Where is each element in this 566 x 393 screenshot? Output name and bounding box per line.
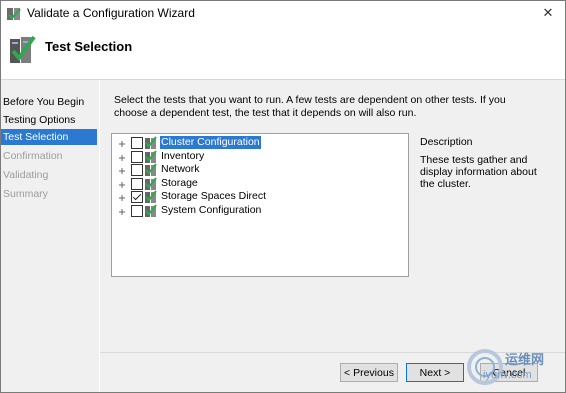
test-category-icon xyxy=(145,177,157,190)
tree-item-inventory[interactable]: Inventory xyxy=(118,150,318,164)
tree-checkbox[interactable] xyxy=(131,205,143,217)
nav-item-before-you-begin[interactable]: Before You Begin xyxy=(1,94,97,110)
nav-item-test-selection[interactable]: Test Selection xyxy=(1,129,97,145)
title-bar: Validate a Configuration Wizard ✕ xyxy=(1,1,565,27)
wizard-window: Validate a Configuration Wizard ✕ Test S… xyxy=(0,0,566,393)
tree-checkbox[interactable] xyxy=(131,178,143,190)
tree-item-label: Inventory xyxy=(161,150,205,162)
tree-item-system-configuration[interactable]: System Configuration xyxy=(118,204,318,218)
watermark-text: 运维网 xyxy=(505,352,545,367)
tree-checkbox[interactable] xyxy=(131,137,143,149)
previous-button[interactable]: < Previous xyxy=(340,363,398,382)
expand-plus-icon[interactable] xyxy=(118,139,126,147)
watermark-logo: 运维网 iyunv.com xyxy=(463,345,563,391)
tree-item-label: System Configuration xyxy=(161,204,262,216)
tree-item-label: Network xyxy=(161,163,200,175)
tree-item-storage[interactable]: Storage xyxy=(118,177,318,191)
test-tree[interactable]: Cluster Configuration Inventory Network … xyxy=(111,133,409,277)
nav-item-summary: Summary xyxy=(3,188,48,200)
tree-checkbox[interactable] xyxy=(131,151,143,163)
expand-plus-icon[interactable] xyxy=(118,153,126,161)
tree-checkbox[interactable] xyxy=(131,164,143,176)
nav-item-testing-options[interactable]: Testing Options xyxy=(1,112,97,128)
instructions-text: Select the tests that you want to run. A… xyxy=(114,94,506,119)
tree-item-cluster-configuration[interactable]: Cluster Configuration xyxy=(118,136,318,150)
tree-checkbox-checked[interactable] xyxy=(131,191,143,203)
expand-plus-icon[interactable] xyxy=(118,180,126,188)
cluster-validate-icon xyxy=(6,6,22,22)
wizard-steps-nav: Before You Begin Testing Options Test Se… xyxy=(1,80,99,392)
tree-item-network[interactable]: Network xyxy=(118,163,318,177)
nav-item-confirmation: Confirmation xyxy=(3,150,63,162)
expand-plus-icon[interactable] xyxy=(118,207,126,215)
watermark-globe-icon xyxy=(463,345,507,389)
tree-item-storage-spaces-direct[interactable]: Storage Spaces Direct xyxy=(118,190,318,204)
tree-item-label: Cluster Configuration xyxy=(160,136,261,149)
test-category-icon xyxy=(145,163,157,176)
next-button[interactable]: Next > xyxy=(406,363,464,382)
nav-item-validating: Validating xyxy=(3,169,49,181)
close-button[interactable]: ✕ xyxy=(537,3,559,23)
page-title: Test Selection xyxy=(45,39,133,54)
test-category-icon xyxy=(145,190,157,203)
cluster-validate-icon xyxy=(8,33,36,65)
tree-item-label: Storage Spaces Direct xyxy=(161,190,267,202)
description-text: These tests gather and display informati… xyxy=(420,154,537,190)
window-title: Validate a Configuration Wizard xyxy=(27,6,195,20)
expand-plus-icon[interactable] xyxy=(118,166,126,174)
test-category-icon xyxy=(145,136,157,149)
tree-item-label: Storage xyxy=(161,177,198,189)
description-heading: Description xyxy=(420,136,473,148)
page-header: Test Selection xyxy=(1,27,565,80)
watermark-subtext: iyunv.com xyxy=(483,369,532,381)
test-category-icon xyxy=(145,204,157,217)
expand-plus-icon[interactable] xyxy=(118,193,126,201)
test-category-icon xyxy=(145,150,157,163)
